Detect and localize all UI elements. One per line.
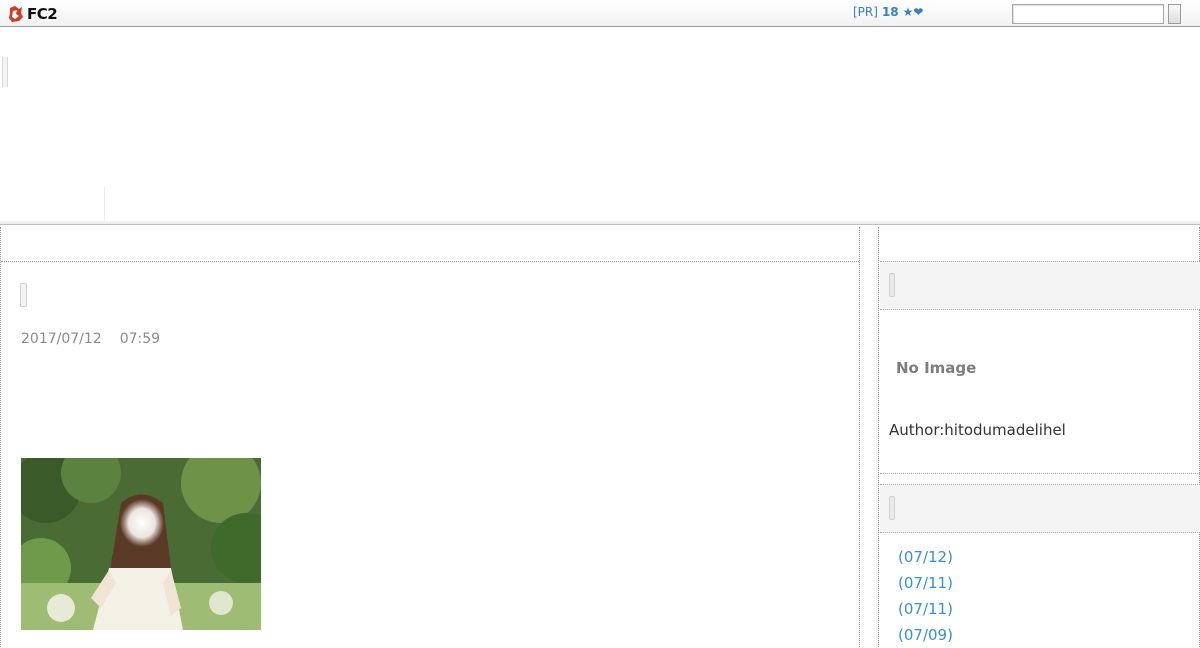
entry-date: 2017/07/12 bbox=[21, 331, 102, 347]
recent-entries-heading bbox=[880, 484, 1200, 533]
profile-author: Author:hitodumadelihel bbox=[889, 421, 1066, 439]
fc2-logo[interactable]: FC2 bbox=[7, 4, 58, 23]
entry-photo-image bbox=[21, 458, 261, 630]
recent-entry-link[interactable]: (07/09) bbox=[898, 622, 953, 648]
recent-entry-link[interactable]: (07/11) bbox=[898, 596, 953, 622]
column-gutter bbox=[860, 227, 879, 647]
entry-title-placeholder bbox=[20, 283, 27, 307]
main-top-strip bbox=[1, 227, 859, 262]
fc2-logo-icon bbox=[9, 5, 23, 22]
recent-entry-link[interactable]: (07/11) bbox=[898, 570, 953, 596]
pr-link[interactable]: [PR] 18 ★❤ bbox=[853, 5, 923, 19]
fc2-toolbar: FC2 [PR] 18 ★❤ bbox=[0, 0, 1200, 27]
pr-star-heart-icon: ★❤ bbox=[902, 5, 924, 19]
header-divider bbox=[104, 187, 105, 225]
fc2-logo-text: FC2 bbox=[27, 4, 58, 23]
search-input[interactable] bbox=[1012, 4, 1164, 24]
profile-divider bbox=[880, 473, 1200, 474]
header-base-bar bbox=[0, 221, 1200, 225]
entry-photo[interactable] bbox=[21, 458, 261, 630]
recent-entries-list: (07/12) (07/11) (07/11) (07/09) bbox=[898, 544, 953, 648]
profile-no-image: No Image bbox=[896, 359, 977, 377]
pr-label: [PR] bbox=[853, 5, 878, 19]
pr-count: 18 bbox=[881, 5, 899, 19]
profile-heading bbox=[880, 261, 1200, 310]
blog-header bbox=[0, 27, 1200, 225]
header-title-placeholder bbox=[2, 57, 8, 87]
entry-time: 07:59 bbox=[119, 331, 161, 347]
recent-entries-heading-placeholder bbox=[889, 496, 895, 520]
entry-datetime: 2017/07/12 07:59 bbox=[21, 331, 160, 347]
profile-heading-placeholder bbox=[889, 273, 895, 297]
search-button[interactable] bbox=[1168, 4, 1181, 24]
recent-entry-link[interactable]: (07/12) bbox=[898, 544, 953, 570]
